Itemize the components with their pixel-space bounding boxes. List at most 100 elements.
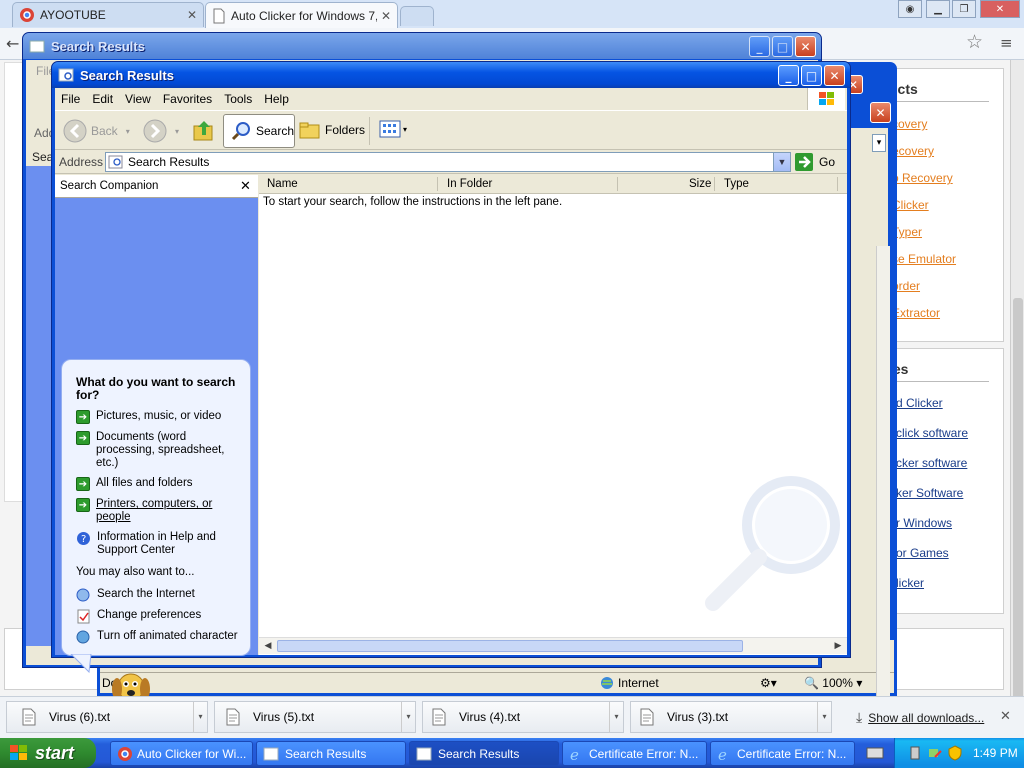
- system-tray: 1:49 PM: [894, 738, 1024, 768]
- option-pictures[interactable]: ➔ Pictures, music, or video: [76, 410, 236, 424]
- tab-close-icon[interactable]: ✕: [381, 9, 391, 23]
- product-link[interactable]: se Emulator: [892, 252, 956, 266]
- product-link[interactable]: o Recovery: [892, 171, 953, 185]
- user-icon[interactable]: ◉: [898, 0, 922, 18]
- option-turn-off-character[interactable]: Turn off animated character: [76, 630, 238, 645]
- taskbar: start Auto Clicker for Wi... Search Resu…: [0, 738, 1024, 768]
- article-link[interactable]: d Clicker: [896, 396, 943, 410]
- text-file-icon: [432, 708, 446, 726]
- taskbar-item[interactable]: e Certificate Error: N...: [710, 741, 855, 766]
- menu-view[interactable]: View: [119, 92, 157, 106]
- option-change-preferences[interactable]: Change preferences: [76, 609, 201, 624]
- page-scrollbar[interactable]: [1010, 60, 1024, 748]
- new-tab-button[interactable]: [400, 6, 434, 26]
- taskbar-item[interactable]: Search Results: [409, 741, 559, 766]
- product-link[interactable]: covery: [892, 117, 927, 131]
- safely-remove-icon[interactable]: [907, 745, 923, 761]
- show-all-downloads-link[interactable]: ⤓ Show all downloads...: [856, 709, 984, 726]
- companion-title: Search Companion: [60, 180, 159, 192]
- option-all-files[interactable]: ➔ All files and folders: [76, 477, 236, 491]
- ie-dropdown-icon[interactable]: ▾: [872, 134, 886, 152]
- restore-button[interactable]: ❐: [952, 0, 976, 18]
- article-link[interactable]: r Windows: [896, 516, 952, 530]
- address-input[interactable]: Search Results ▼: [105, 152, 791, 172]
- scroll-right-icon[interactable]: ▶: [831, 639, 845, 653]
- minimize-button[interactable]: ▁: [926, 0, 950, 18]
- product-link[interactable]: Clicker: [892, 198, 929, 212]
- menu-tools[interactable]: Tools: [218, 92, 258, 106]
- back-arrow-icon[interactable]: ←: [6, 34, 19, 53]
- search-label: Search: [255, 124, 294, 138]
- views-button[interactable]: ▾: [379, 119, 407, 139]
- start-label: start: [35, 742, 75, 763]
- article-link[interactable]: cker software: [896, 456, 967, 470]
- taskbar-item[interactable]: Auto Clicker for Wi...: [110, 741, 253, 766]
- menu-file[interactable]: File: [55, 92, 86, 106]
- download-menu-icon[interactable]: ▾: [817, 702, 831, 732]
- keyboard-icon[interactable]: [866, 746, 884, 760]
- column-type[interactable]: Type: [724, 178, 749, 190]
- maximize-button[interactable]: □: [801, 65, 822, 86]
- close-downloads-icon[interactable]: ✕: [1000, 709, 1011, 724]
- download-menu-icon[interactable]: ▾: [193, 702, 207, 732]
- back-button[interactable]: Back ▾: [63, 119, 130, 143]
- option-printers[interactable]: ➔ Printers, computers, or people: [76, 498, 221, 524]
- back-title-bar[interactable]: Search Results: [23, 33, 821, 59]
- menu-edit[interactable]: Edit: [86, 92, 119, 106]
- option-search-internet[interactable]: Search the Internet: [76, 588, 195, 603]
- product-link[interactable]: ecovery: [892, 144, 934, 158]
- green-arrow-icon: ➔: [76, 431, 90, 445]
- download-menu-icon[interactable]: ▾: [609, 702, 623, 732]
- scroll-thumb[interactable]: [277, 640, 743, 652]
- up-folder-button[interactable]: [192, 119, 216, 143]
- bookmark-star-icon[interactable]: ☆: [966, 31, 983, 53]
- back-minimize-button[interactable]: _: [749, 36, 770, 57]
- download-item[interactable]: Virus (4).txt ▾: [422, 701, 624, 733]
- network-icon[interactable]: [927, 745, 943, 761]
- column-in-folder[interactable]: In Folder: [447, 178, 492, 190]
- taskbar-item[interactable]: Search Results: [256, 741, 406, 766]
- product-link[interactable]: Extractor: [892, 306, 940, 320]
- zoom-control[interactable]: 🔍 100% ▾: [804, 676, 862, 690]
- horizontal-scrollbar[interactable]: ◀ ▶: [259, 637, 847, 654]
- download-item[interactable]: Virus (5).txt ▾: [214, 701, 416, 733]
- security-shield-icon[interactable]: [947, 745, 963, 761]
- ie-close-button[interactable]: ✕: [870, 102, 891, 123]
- clock: 1:49 PM: [973, 746, 1018, 760]
- back-maximize-button[interactable]: □: [772, 36, 793, 57]
- article-link[interactable]: click software: [896, 426, 968, 440]
- tab-auto-clicker[interactable]: Auto Clicker for Windows 7, ✕: [205, 2, 398, 28]
- article-link[interactable]: ker Software: [896, 486, 963, 500]
- option-label: Pictures, music, or video: [96, 410, 222, 422]
- option-documents[interactable]: ➔ Documents (word processing, spreadshee…: [76, 431, 226, 470]
- download-item[interactable]: Virus (6).txt ▾: [6, 701, 208, 733]
- taskbar-item[interactable]: e Certificate Error: N...: [562, 741, 707, 766]
- tab-close-icon[interactable]: ✕: [187, 8, 197, 22]
- download-menu-icon[interactable]: ▾: [401, 702, 415, 732]
- article-link[interactable]: licker: [896, 576, 924, 590]
- column-size[interactable]: Size: [689, 178, 711, 190]
- tab-ayootube[interactable]: AYOOTUBE ✕: [12, 2, 204, 27]
- download-item[interactable]: Virus (3).txt ▾: [630, 701, 832, 733]
- close-button[interactable]: ✕: [980, 0, 1020, 18]
- menu-help[interactable]: Help: [258, 92, 295, 106]
- close-pane-icon[interactable]: ✕: [240, 178, 251, 194]
- title-bar[interactable]: Search Results: [52, 62, 850, 88]
- search-button[interactable]: Search: [223, 114, 295, 148]
- ie-scrollbar[interactable]: [876, 246, 890, 766]
- close-button[interactable]: ✕: [824, 65, 845, 86]
- back-close-button[interactable]: ✕: [795, 36, 816, 57]
- menu-icon[interactable]: ≡: [1000, 34, 1013, 52]
- scroll-left-icon[interactable]: ◀: [261, 639, 275, 653]
- option-help-center[interactable]: ? Information in Help and Support Center: [76, 531, 227, 557]
- folders-button[interactable]: Folders: [299, 119, 365, 141]
- popup-icon[interactable]: ⚙▾: [760, 676, 777, 690]
- go-button[interactable]: Go: [795, 153, 835, 171]
- forward-button[interactable]: ▾: [143, 119, 179, 143]
- address-dropdown-icon[interactable]: ▼: [773, 153, 790, 171]
- start-button[interactable]: start: [0, 738, 96, 768]
- menu-favorites[interactable]: Favorites: [157, 92, 218, 106]
- column-name[interactable]: Name: [267, 178, 298, 190]
- article-link[interactable]: or Games: [896, 546, 949, 560]
- minimize-button[interactable]: _: [778, 65, 799, 86]
